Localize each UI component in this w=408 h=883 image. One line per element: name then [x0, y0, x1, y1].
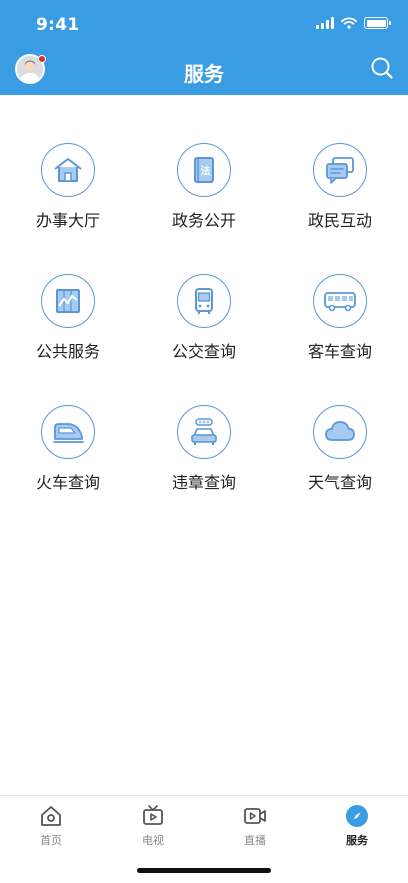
search-icon[interactable]	[370, 56, 394, 80]
top-bar: 9:41 服务	[0, 0, 408, 95]
battery-icon	[364, 17, 391, 29]
service-item-violation-query[interactable]: 违章查询	[136, 405, 272, 495]
service-label: 政民互动	[307, 211, 372, 230]
status-icons	[316, 17, 391, 29]
trend-chart-icon	[41, 274, 95, 328]
service-item-citizen-interaction[interactable]: 政民互动	[272, 143, 408, 233]
service-item-public-service[interactable]: 公共服务	[0, 274, 136, 364]
service-label: 天气查询	[307, 473, 372, 492]
service-label: 火车查询	[35, 473, 100, 492]
service-item-government-affairs[interactable]: 法 政务公开	[136, 143, 272, 233]
cellular-signal-icon	[316, 17, 334, 29]
tab-label: 首页	[40, 834, 62, 847]
live-video-icon	[244, 808, 266, 824]
service-label: 违章查询	[171, 473, 236, 492]
page-title: 服务	[184, 62, 224, 86]
law-book-icon: 法	[177, 143, 231, 197]
service-label: 公交查询	[171, 342, 236, 361]
tab-label: 电视	[142, 834, 164, 847]
chat-bubbles-icon	[313, 143, 367, 197]
service-item-office-hall[interactable]: 办事大厅	[0, 143, 136, 233]
service-label: 政务公开	[171, 211, 236, 230]
service-grid: 办事大厅 法 政务公开 政民互动 公共服务 公交查询 客车查询 火车查询 违章查…	[0, 143, 408, 495]
home-indicator	[137, 868, 271, 873]
service-label: 公共服务	[35, 342, 100, 361]
service-item-bus-query[interactable]: 公交查询	[136, 274, 272, 364]
status-time: 9:41	[36, 15, 80, 35]
tab-service[interactable]: 服务	[306, 796, 408, 883]
high-speed-train-icon	[41, 405, 95, 459]
office-hall-icon	[41, 143, 95, 197]
svg-text:法: 法	[201, 165, 211, 178]
car-traffic-light-icon	[177, 405, 231, 459]
service-label: 客车查询	[307, 342, 372, 361]
home-icon	[41, 806, 61, 826]
service-item-weather-query[interactable]: 天气查询	[272, 405, 408, 495]
compass-icon	[346, 805, 368, 827]
bus-front-icon	[177, 274, 231, 328]
service-label: 办事大厅	[35, 211, 100, 230]
tv-icon	[143, 805, 163, 825]
tab-label: 服务	[346, 834, 368, 847]
service-item-train-query[interactable]: 火车查询	[0, 405, 136, 495]
wifi-icon	[341, 17, 357, 29]
coach-bus-icon	[313, 274, 367, 328]
service-item-coach-query[interactable]: 客车查询	[272, 274, 408, 364]
tab-label: 直播	[244, 834, 266, 847]
tab-home[interactable]: 首页	[0, 796, 102, 883]
cloud-icon	[313, 405, 367, 459]
